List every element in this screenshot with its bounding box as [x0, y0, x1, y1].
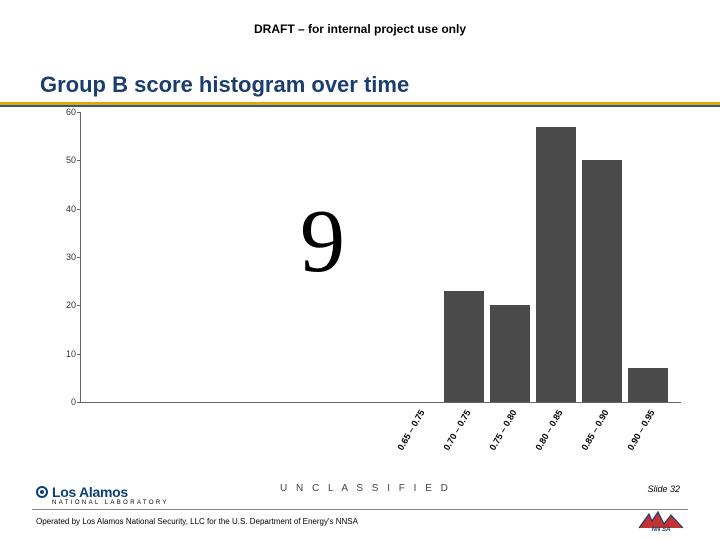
y-tick-label: 0	[51, 397, 76, 407]
plot-area: 0.65 – 0.750.70 – 0.750.75 – 0.800.80 – …	[80, 112, 681, 403]
y-tick-label: 60	[51, 107, 76, 117]
y-tick-mark	[77, 209, 81, 210]
lanl-logo: Los Alamos NATIONAL LABORATORY	[36, 484, 186, 506]
bar-slot: 0.70 – 0.75	[444, 291, 484, 402]
y-tick-mark	[77, 112, 81, 113]
bars-container: 0.65 – 0.750.70 – 0.750.75 – 0.800.80 – …	[81, 112, 681, 402]
y-tick-label: 30	[51, 252, 76, 262]
footer: Los Alamos NATIONAL LABORATORY U N C L A…	[0, 470, 720, 540]
slide-number: Slide 32	[647, 484, 680, 494]
bar-slot: 0.75 – 0.80	[490, 305, 530, 402]
footer-divider	[32, 509, 688, 510]
y-tick-label: 50	[51, 155, 76, 165]
bar-slot: 0.90 – 0.95	[628, 368, 668, 402]
y-tick-mark	[77, 160, 81, 161]
page-title: Group B score histogram over time	[40, 72, 409, 98]
y-tick-mark	[77, 402, 81, 403]
y-tick-label: 40	[51, 204, 76, 214]
title-underline	[0, 102, 720, 108]
x-tick-label: 0.75 – 0.80	[487, 408, 518, 452]
bar	[582, 160, 622, 402]
bar	[628, 368, 668, 402]
classification-label: U N C L A S S I F I E D	[280, 483, 451, 494]
bar-slot: 0.80 – 0.85	[536, 127, 576, 403]
logo-text: Los Alamos	[52, 484, 128, 500]
logo-mark-icon	[36, 486, 48, 498]
logo-subtext: NATIONAL LABORATORY	[52, 500, 186, 506]
bar	[536, 127, 576, 403]
y-tick-mark	[77, 257, 81, 258]
draft-banner: DRAFT – for internal project use only	[0, 22, 720, 36]
x-tick-label: 0.90 – 0.95	[625, 408, 656, 452]
svg-text:NN SA: NN SA	[652, 527, 671, 532]
bar-slot: 0.85 – 0.90	[582, 160, 622, 402]
histogram-chart: 0.65 – 0.750.70 – 0.750.75 – 0.800.80 – …	[60, 112, 680, 432]
x-tick-label: 0.65 – 0.75	[395, 408, 426, 452]
x-tick-label: 0.70 – 0.75	[441, 408, 472, 452]
x-tick-label: 0.85 – 0.90	[579, 408, 610, 452]
y-tick-label: 20	[51, 300, 76, 310]
y-tick-label: 10	[51, 349, 76, 359]
nnsa-logo: NN SA	[638, 510, 684, 532]
bar	[490, 305, 530, 402]
bar	[444, 291, 484, 402]
y-tick-mark	[77, 354, 81, 355]
y-tick-mark	[77, 305, 81, 306]
operated-by-text: Operated by Los Alamos National Security…	[36, 517, 358, 526]
overlay-number: 9	[300, 190, 345, 293]
x-tick-label: 0.80 – 0.85	[533, 408, 564, 452]
